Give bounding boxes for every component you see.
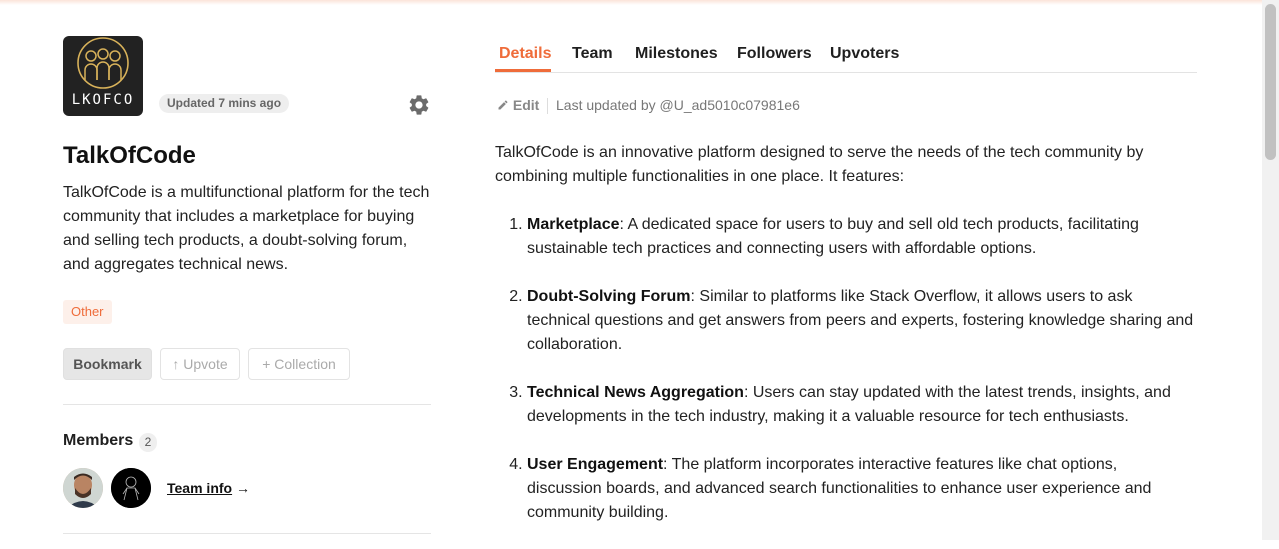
- tab-details[interactable]: Details: [499, 45, 551, 63]
- list-item: Technical News Aggregation: Users can st…: [527, 381, 1195, 429]
- tab-upvoters[interactable]: Upvoters: [830, 45, 899, 63]
- team-info-label: Team info: [167, 480, 233, 496]
- team-info-link[interactable]: Team info →: [167, 480, 250, 496]
- features-list: Marketplace: A dedicated space for users…: [495, 213, 1195, 525]
- list-item: Doubt-Solving Forum: Similar to platform…: [527, 285, 1195, 357]
- member-avatar[interactable]: [111, 468, 151, 508]
- tab-followers[interactable]: Followers: [737, 45, 812, 63]
- feature-title: User Engagement: [527, 456, 664, 473]
- category-tag[interactable]: Other: [63, 300, 112, 324]
- divider: [63, 533, 431, 534]
- add-collection-button[interactable]: + Collection: [248, 348, 350, 380]
- bookmark-button[interactable]: Bookmark: [63, 348, 152, 380]
- last-updated-text: Last updated by @U_ad5010c07981e6: [556, 97, 800, 113]
- separator: [547, 98, 548, 114]
- edit-button[interactable]: Edit: [497, 97, 539, 113]
- members-heading: Members: [63, 432, 134, 449]
- project-logo: LKOFCO: [63, 36, 143, 116]
- feature-text: : A dedicated space for users to buy and…: [527, 216, 1139, 257]
- header-shadow: [0, 0, 1262, 5]
- list-item: User Engagement: The platform incorporat…: [527, 453, 1195, 525]
- pencil-icon: [498, 100, 508, 110]
- tab-milestones[interactable]: Milestones: [635, 45, 718, 63]
- tab-team[interactable]: Team: [572, 45, 613, 63]
- edit-label: Edit: [512, 97, 540, 113]
- arrow-right-icon: →: [235, 480, 250, 496]
- scrollbar[interactable]: [1262, 0, 1279, 540]
- updated-badge: Updated 7 mins ago: [159, 94, 290, 113]
- tab-bar: Details Team Milestones Followers Upvote…: [495, 36, 1197, 73]
- project-description: TalkOfCode is a multifunctional platform…: [63, 184, 430, 273]
- divider: [63, 404, 431, 405]
- person-photo-icon: [63, 468, 103, 508]
- upvote-button[interactable]: ↑ Upvote: [160, 348, 240, 380]
- feature-title: Marketplace: [527, 216, 620, 233]
- project-title: TalkOfCode: [63, 142, 196, 169]
- active-tab-indicator: [495, 69, 551, 72]
- intro-paragraph: TalkOfCode is an innovative platform des…: [495, 144, 1144, 185]
- sketch-avatar-icon: [111, 468, 151, 508]
- feature-title: Technical News Aggregation: [527, 384, 744, 401]
- member-avatar[interactable]: [63, 468, 103, 508]
- details-content: TalkOfCode is an innovative platform des…: [495, 141, 1195, 549]
- feature-title: Doubt-Solving Forum: [527, 288, 691, 305]
- list-item: Marketplace: A dedicated space for users…: [527, 213, 1195, 261]
- gear-icon[interactable]: [407, 93, 431, 117]
- members-count-badge: 2: [139, 433, 157, 452]
- scrollbar-thumb[interactable]: [1265, 4, 1276, 160]
- logo-text: LKOFCO: [71, 92, 135, 108]
